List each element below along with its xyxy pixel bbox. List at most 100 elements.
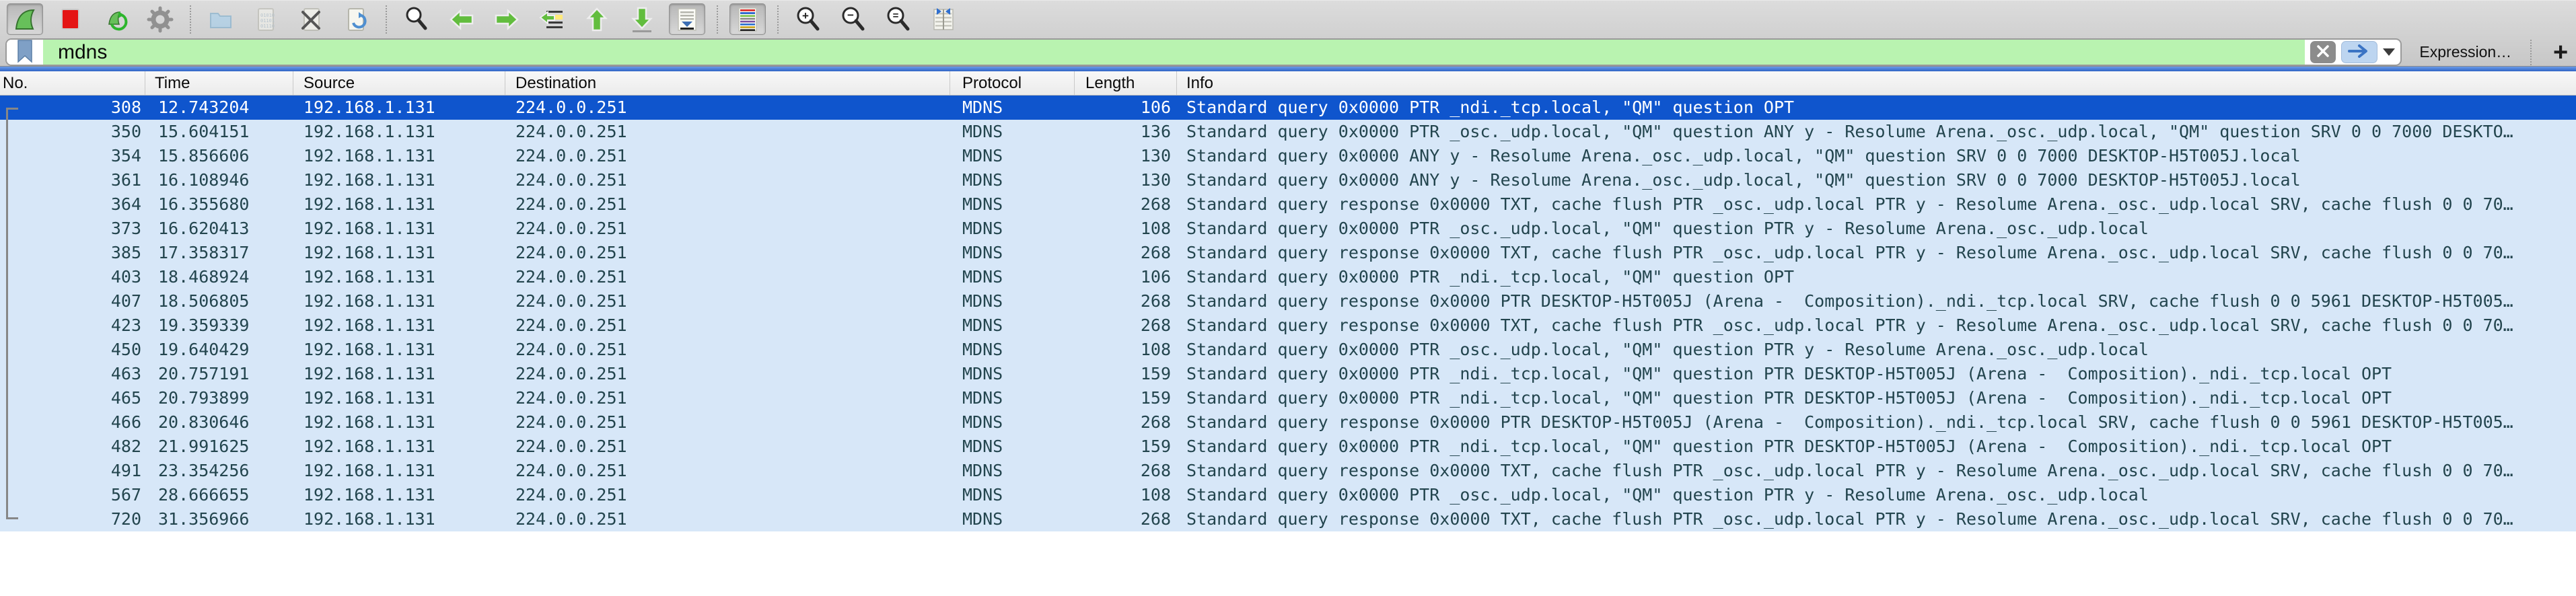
restart-capture-icon — [102, 6, 129, 33]
packet-row[interactable]: 491 23.354256 192.168.1.131 224.0.0.251 … — [0, 459, 2576, 483]
packet-no: 361 — [0, 168, 145, 192]
resize-columns-button[interactable] — [925, 3, 962, 35]
packet-row[interactable]: 482 21.991625 192.168.1.131 224.0.0.251 … — [0, 435, 2576, 459]
packet-time: 20.793899 — [145, 386, 293, 410]
packet-row[interactable]: 354 15.856606 192.168.1.131 224.0.0.251 … — [0, 144, 2576, 168]
packet-row[interactable]: 308 12.743204 192.168.1.131 224.0.0.251 … — [0, 96, 2576, 120]
packet-no: 466 — [0, 410, 145, 435]
packet-list-header: No. Time Source Destination Protocol Len… — [0, 71, 2576, 96]
svg-text:+: + — [802, 9, 809, 22]
packet-row[interactable]: 720 31.356966 192.168.1.131 224.0.0.251 … — [0, 507, 2576, 531]
packet-row[interactable]: 373 16.620413 192.168.1.131 224.0.0.251 … — [0, 217, 2576, 241]
expression-button[interactable]: Expression… — [2419, 43, 2511, 61]
colorize-button[interactable] — [729, 3, 766, 35]
packet-no: 308 — [0, 96, 145, 120]
zoom-in-button[interactable]: + — [790, 3, 826, 35]
packet-source: 192.168.1.131 — [293, 192, 505, 217]
display-filter-input[interactable]: mdns — [43, 40, 2305, 65]
save-file-button[interactable]: 01010 01101 01110 — [248, 3, 284, 35]
packet-source: 192.168.1.131 — [293, 362, 505, 386]
auto-scroll-button[interactable] — [669, 3, 705, 35]
open-file-folder-icon — [207, 6, 234, 33]
packet-info: Standard query 0x0000 PTR _osc._udp.loca… — [1177, 120, 2576, 144]
filter-bookmark-button[interactable] — [7, 40, 43, 65]
packet-destination: 224.0.0.251 — [505, 338, 950, 362]
packet-info: Standard query 0x0000 PTR _ndi._tcp.loca… — [1177, 362, 2576, 386]
packet-destination: 224.0.0.251 — [505, 217, 950, 241]
go-to-packet-icon — [538, 6, 565, 33]
zoom-reset-icon: = — [885, 6, 912, 33]
packet-time: 31.356966 — [145, 507, 293, 531]
find-packet-button[interactable] — [398, 3, 435, 35]
zoom-out-button[interactable]: − — [835, 3, 871, 35]
packet-row[interactable]: 364 16.355680 192.168.1.131 224.0.0.251 … — [0, 192, 2576, 217]
go-forward-button[interactable] — [489, 3, 525, 35]
packet-row[interactable]: 385 17.358317 192.168.1.131 224.0.0.251 … — [0, 241, 2576, 265]
go-last-packet-button[interactable] — [624, 3, 660, 35]
packet-row[interactable]: 403 18.468924 192.168.1.131 224.0.0.251 … — [0, 265, 2576, 289]
stop-capture-icon — [57, 6, 83, 33]
filter-clear-button[interactable] — [2310, 41, 2336, 63]
packet-info: Standard query 0x0000 PTR _ndi._tcp.loca… — [1177, 265, 2576, 289]
packet-length: 159 — [1075, 362, 1177, 386]
packet-time: 20.757191 — [145, 362, 293, 386]
packet-row[interactable]: 465 20.793899 192.168.1.131 224.0.0.251 … — [0, 386, 2576, 410]
packet-time: 19.359339 — [145, 313, 293, 338]
close-file-button[interactable] — [293, 3, 329, 35]
packet-protocol: MDNS — [950, 386, 1075, 410]
packet-info: Standard query 0x0000 PTR _ndi._tcp.loca… — [1177, 435, 2576, 459]
column-header-no[interactable]: No. — [0, 71, 145, 95]
packet-protocol: MDNS — [950, 192, 1075, 217]
packet-row[interactable]: 350 15.604151 192.168.1.131 224.0.0.251 … — [0, 120, 2576, 144]
packet-protocol: MDNS — [950, 313, 1075, 338]
column-header-info[interactable]: Info — [1177, 71, 2576, 95]
add-filter-button[interactable]: + — [2545, 39, 2576, 66]
packet-info: Standard query response 0x0000 PTR DESKT… — [1177, 410, 2576, 435]
packet-row[interactable]: 423 19.359339 192.168.1.131 224.0.0.251 … — [0, 313, 2576, 338]
start-capture-button[interactable] — [7, 3, 43, 35]
column-header-time[interactable]: Time — [145, 71, 293, 95]
column-header-protocol[interactable]: Protocol — [950, 71, 1075, 95]
packet-no: 350 — [0, 120, 145, 144]
capture-options-button[interactable] — [142, 3, 178, 35]
packet-no: 354 — [0, 144, 145, 168]
column-header-source[interactable]: Source — [293, 71, 505, 95]
wireshark-window: 01010 01101 01110 — [0, 0, 2576, 596]
toolbar-separator — [190, 5, 191, 34]
packet-destination: 224.0.0.251 — [505, 435, 950, 459]
packet-protocol: MDNS — [950, 362, 1075, 386]
packet-row[interactable]: 361 16.108946 192.168.1.131 224.0.0.251 … — [0, 168, 2576, 192]
column-header-length[interactable]: Length — [1075, 71, 1177, 95]
packet-row[interactable]: 450 19.640429 192.168.1.131 224.0.0.251 … — [0, 338, 2576, 362]
packet-time: 20.830646 — [145, 410, 293, 435]
restart-capture-button[interactable] — [97, 3, 133, 35]
packet-row[interactable]: 466 20.830646 192.168.1.131 224.0.0.251 … — [0, 410, 2576, 435]
packet-length: 159 — [1075, 386, 1177, 410]
go-first-packet-button[interactable] — [579, 3, 615, 35]
go-back-button[interactable] — [443, 3, 480, 35]
reload-file-button[interactable] — [338, 3, 374, 35]
zoom-reset-button[interactable]: = — [880, 3, 917, 35]
column-header-destination[interactable]: Destination — [505, 71, 950, 95]
packet-length: 268 — [1075, 192, 1177, 217]
stop-capture-button[interactable] — [52, 3, 88, 35]
packet-info: Standard query 0x0000 PTR _osc._udp.loca… — [1177, 217, 2576, 241]
packet-length: 130 — [1075, 168, 1177, 192]
packet-row[interactable]: 407 18.506805 192.168.1.131 224.0.0.251 … — [0, 289, 2576, 313]
packet-protocol: MDNS — [950, 144, 1075, 168]
packet-destination: 224.0.0.251 — [505, 96, 950, 120]
packet-row[interactable]: 567 28.666655 192.168.1.131 224.0.0.251 … — [0, 483, 2576, 507]
find-packet-icon — [403, 6, 430, 33]
filter-apply-button[interactable] — [2341, 41, 2377, 63]
svg-text:−: − — [847, 9, 854, 22]
filter-dropdown-button[interactable] — [2377, 41, 2400, 63]
packet-length: 268 — [1075, 459, 1177, 483]
packet-length: 268 — [1075, 507, 1177, 531]
packet-row[interactable]: 463 20.757191 192.168.1.131 224.0.0.251 … — [0, 362, 2576, 386]
packet-length: 108 — [1075, 217, 1177, 241]
go-to-packet-button[interactable] — [534, 3, 570, 35]
packet-protocol: MDNS — [950, 241, 1075, 265]
packet-destination: 224.0.0.251 — [505, 241, 950, 265]
open-file-button[interactable] — [203, 3, 239, 35]
top-toolbar-area: 01010 01101 01110 — [0, 0, 2576, 66]
